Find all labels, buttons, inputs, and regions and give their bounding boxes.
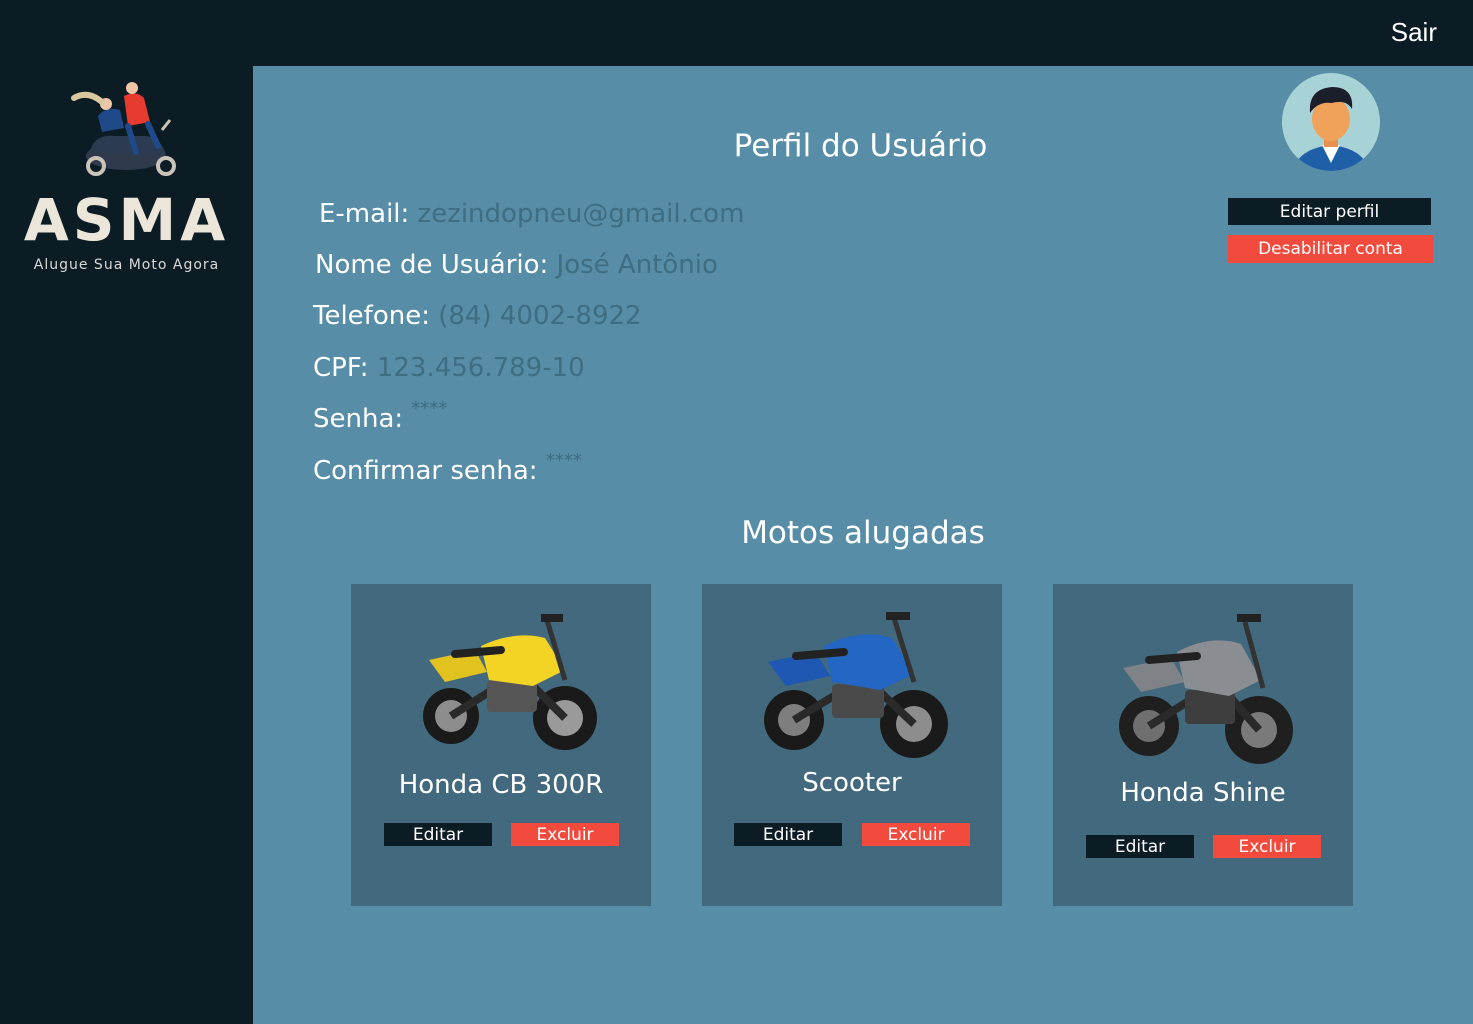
- username-field: Nome de Usuário: José Antônio: [315, 250, 718, 280]
- rentals-title: Motos alugadas: [741, 515, 985, 551]
- motorcycle-name: Honda CB 300R: [398, 770, 604, 800]
- confirm-password-field: Confirmar senha: ****: [313, 450, 582, 486]
- phone-value: (84) 4002-8922: [438, 301, 642, 331]
- edit-rental-button[interactable]: Editar: [734, 823, 842, 846]
- main-content: Perfil do Usuário Editar perfil Desabili…: [253, 66, 1473, 1024]
- edit-rental-button[interactable]: Editar: [1086, 835, 1194, 858]
- confirm-password-value: ****: [545, 450, 582, 471]
- brand-tagline: Alugue Sua Moto Agora: [33, 257, 220, 273]
- email-field: E-mail: zezindopneu@gmail.com: [319, 199, 744, 229]
- username-value: José Antônio: [556, 250, 718, 280]
- phone-label: Telefone:: [313, 301, 430, 331]
- cpf-label: CPF:: [313, 353, 369, 383]
- brand-logo-text: ASMA: [23, 186, 230, 254]
- cpf-field: CPF: 123.456.789-10: [313, 353, 585, 383]
- edit-rental-button[interactable]: Editar: [384, 823, 492, 846]
- password-field: Senha: ****: [313, 398, 447, 434]
- user-avatar-icon: [1282, 73, 1380, 171]
- rental-card: Honda CB 300R Editar Excluir: [351, 584, 651, 906]
- delete-rental-button[interactable]: Excluir: [862, 823, 970, 846]
- motorcycle-name: Scooter: [802, 768, 902, 798]
- motorcycle-image-icon: [423, 614, 597, 750]
- password-value: ****: [411, 398, 448, 419]
- logout-link[interactable]: Sair: [1391, 17, 1437, 48]
- username-label: Nome de Usuário:: [315, 250, 549, 280]
- page-title: Perfil do Usuário: [733, 128, 988, 164]
- delete-rental-button[interactable]: Excluir: [511, 823, 619, 846]
- motorcycle-name: Honda Shine: [1120, 778, 1286, 808]
- edit-profile-button[interactable]: Editar perfil: [1228, 198, 1431, 225]
- password-label: Senha:: [313, 404, 404, 434]
- motorcycle-image-icon: [1119, 614, 1293, 764]
- disable-account-button[interactable]: Desabilitar conta: [1228, 235, 1433, 263]
- top-bar: Sair: [0, 0, 1473, 66]
- sidebar: ASMA Alugue Sua Moto Agora: [0, 66, 253, 1024]
- rental-card: Scooter Editar Excluir: [702, 584, 1002, 906]
- phone-field: Telefone: (84) 4002-8922: [313, 301, 642, 331]
- scooter-riders-logo-icon: [71, 82, 176, 176]
- email-value: zezindopneu@gmail.com: [417, 199, 745, 229]
- rental-card: Honda Shine Editar Excluir: [1053, 584, 1353, 906]
- cpf-value: 123.456.789-10: [376, 353, 585, 383]
- email-label: E-mail:: [319, 199, 410, 229]
- delete-rental-button[interactable]: Excluir: [1213, 835, 1321, 858]
- motorcycle-image-icon: [764, 612, 948, 758]
- confirm-password-label: Confirmar senha:: [313, 456, 538, 486]
